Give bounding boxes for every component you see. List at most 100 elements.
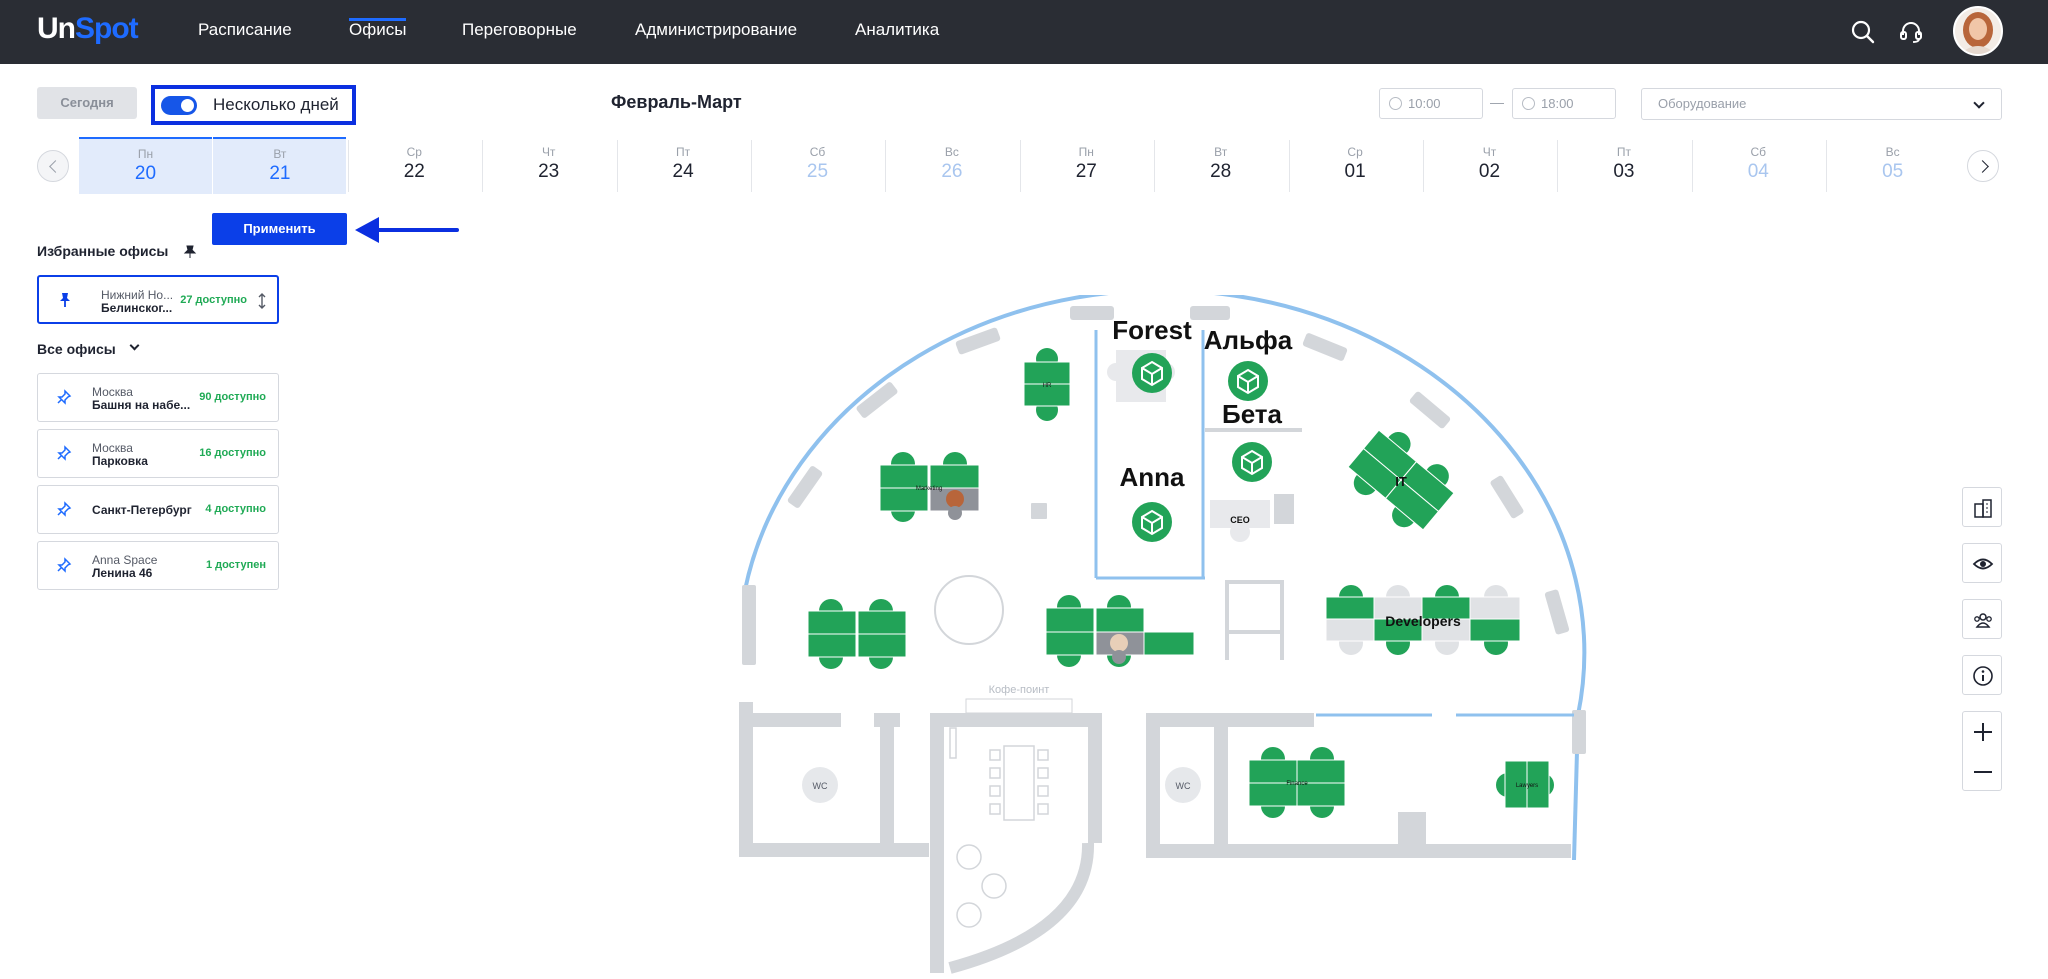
room-alpha[interactable] <box>1227 360 1269 402</box>
pin-outline-icon[interactable] <box>56 557 72 573</box>
day-of-week: Вт <box>273 147 287 161</box>
pin-outline-icon[interactable] <box>56 445 72 461</box>
multiple-days-toggle[interactable] <box>161 96 197 115</box>
pin-outline-icon[interactable] <box>56 501 72 517</box>
calendar-day[interactable]: Вт 28 <box>1154 137 1287 194</box>
eye-icon <box>1972 558 1994 570</box>
day-separator <box>885 140 887 192</box>
nav-administration[interactable]: Администрирование <box>635 20 797 40</box>
floor-plan-map[interactable]: Кофе-поинт WC WC Forest Альфа Бета Anna … <box>720 295 1600 979</box>
day-of-week: Вс <box>1885 145 1900 159</box>
pin-filled-icon[interactable] <box>57 292 73 308</box>
favorites-title: Избранные офисы <box>37 243 169 259</box>
day-of-week: Пн <box>1078 145 1094 159</box>
building-button[interactable] <box>1962 487 2002 527</box>
day-number: 22 <box>403 161 425 182</box>
people-button[interactable] <box>1962 599 2002 639</box>
day-number: 24 <box>672 161 694 182</box>
top-nav-bar: UnSpot Расписание Офисы Переговорные Адм… <box>0 0 2048 64</box>
room-anna[interactable] <box>1131 501 1173 543</box>
calendar-day[interactable]: Ср 01 <box>1289 137 1422 194</box>
day-number: 04 <box>1747 161 1769 182</box>
desk-group-hr[interactable]: HR <box>1023 348 1071 421</box>
calendar-day[interactable]: Вс 26 <box>885 137 1018 194</box>
time-from-input[interactable]: 10:00 <box>1379 88 1483 119</box>
day-separator <box>1423 140 1424 192</box>
today-button[interactable]: Сегодня <box>37 87 137 119</box>
calendar-day[interactable]: Пт 03 <box>1557 137 1690 194</box>
developers-label: Developers <box>1385 613 1461 629</box>
desk-group-marketing[interactable]: Marketing <box>879 452 980 522</box>
zoom-in-icon[interactable] <box>1973 722 1993 742</box>
day-of-week: Ср <box>406 145 422 159</box>
calendar-day[interactable]: Вс 05 <box>1826 137 1959 194</box>
support-headset-icon[interactable] <box>1895 16 1927 48</box>
favorite-office-card[interactable]: Нижний Но... Белинског... 27 доступно <box>37 275 279 324</box>
chevron-down-icon[interactable] <box>129 340 140 351</box>
reorder-icon[interactable] <box>257 293 267 309</box>
info-button[interactable] <box>1962 655 2002 695</box>
pin-icon <box>183 245 197 258</box>
calendar-day[interactable]: Сб 04 <box>1692 137 1825 194</box>
room-forest-label: Forest <box>1112 315 1192 345</box>
day-of-week: Ср <box>1347 145 1363 159</box>
bottom-walls <box>739 702 1571 973</box>
calendar-day[interactable]: Ср 22 <box>348 137 481 194</box>
nav-offices[interactable]: Офисы <box>349 18 407 40</box>
office-card[interactable]: Москва Башня на набе... 90 доступно <box>37 373 279 422</box>
nav-meeting-rooms[interactable]: Переговорные <box>462 20 577 40</box>
multiple-days-label: Несколько дней <box>213 95 339 114</box>
day-number: 25 <box>806 161 829 182</box>
calendar-prev-button[interactable] <box>37 150 69 182</box>
room-beta[interactable] <box>1231 441 1273 483</box>
search-icon[interactable] <box>1847 16 1879 48</box>
day-number: 02 <box>1478 161 1501 182</box>
room-beta-label: Бета <box>1222 399 1283 429</box>
desk-group-finance[interactable]: Finance <box>1248 747 1346 818</box>
round-table <box>934 575 1004 645</box>
clock-icon <box>1389 97 1402 110</box>
office-card[interactable]: Anna Space Ленина 46 1 доступен <box>37 541 279 590</box>
equipment-select[interactable]: Оборудование <box>1641 88 2002 120</box>
apply-button[interactable]: Применить <box>212 213 347 245</box>
building-icon <box>1974 499 1992 518</box>
room-anna-label: Anna <box>1120 462 1186 492</box>
day-separator <box>616 140 618 192</box>
calendar-day[interactable]: Пт 24 <box>617 137 750 194</box>
calendar-day[interactable]: Вт 21 <box>213 137 347 194</box>
desk-group-middle[interactable] <box>1045 595 1195 667</box>
office-card[interactable]: Москва Парковка 16 доступно <box>37 429 279 478</box>
calendar-day[interactable]: Чт 23 <box>482 137 615 194</box>
time-to-input[interactable]: 18:00 <box>1512 88 1616 119</box>
day-separator <box>1557 140 1559 192</box>
day-separator <box>347 140 349 192</box>
day-separator <box>751 140 752 192</box>
calendar-day[interactable]: Сб 25 <box>751 137 884 194</box>
office-card[interactable]: Санкт-Петербург 4 доступно <box>37 485 279 534</box>
day-of-week: Чт <box>541 145 556 159</box>
day-separator <box>1154 140 1156 192</box>
desk-ceo[interactable]: CEO <box>1210 500 1270 542</box>
calendar-day[interactable]: Пн 27 <box>1020 137 1153 194</box>
day-of-week: Сб <box>809 145 826 159</box>
day-of-week: Сб <box>1750 145 1767 159</box>
nav-schedule[interactable]: Расписание <box>198 20 292 40</box>
all-offices-title[interactable]: Все офисы <box>37 341 116 357</box>
zoom-out-icon[interactable] <box>1973 762 1993 782</box>
nav-analytics[interactable]: Аналитика <box>855 20 939 40</box>
calendar-next-button[interactable] <box>1967 150 1999 182</box>
day-separator <box>1826 140 1828 192</box>
multiple-days-toggle-highlight[interactable]: Несколько дней <box>151 85 356 125</box>
desk-group-left[interactable] <box>807 599 907 669</box>
logo[interactable]: UnSpot <box>37 12 139 46</box>
visibility-button[interactable] <box>1962 543 2002 583</box>
pin-outline-icon[interactable] <box>56 389 72 405</box>
calendar-day[interactable]: Чт 02 <box>1423 137 1556 194</box>
day-separator <box>1288 140 1290 192</box>
desk-group-lawyers[interactable]: Lawyers <box>1496 760 1554 809</box>
user-avatar[interactable] <box>1953 6 2003 56</box>
room-forest[interactable] <box>1107 350 1175 402</box>
day-separator <box>1691 140 1693 192</box>
day-number: 05 <box>1882 161 1904 182</box>
calendar-day[interactable]: Пн 20 <box>79 137 212 194</box>
